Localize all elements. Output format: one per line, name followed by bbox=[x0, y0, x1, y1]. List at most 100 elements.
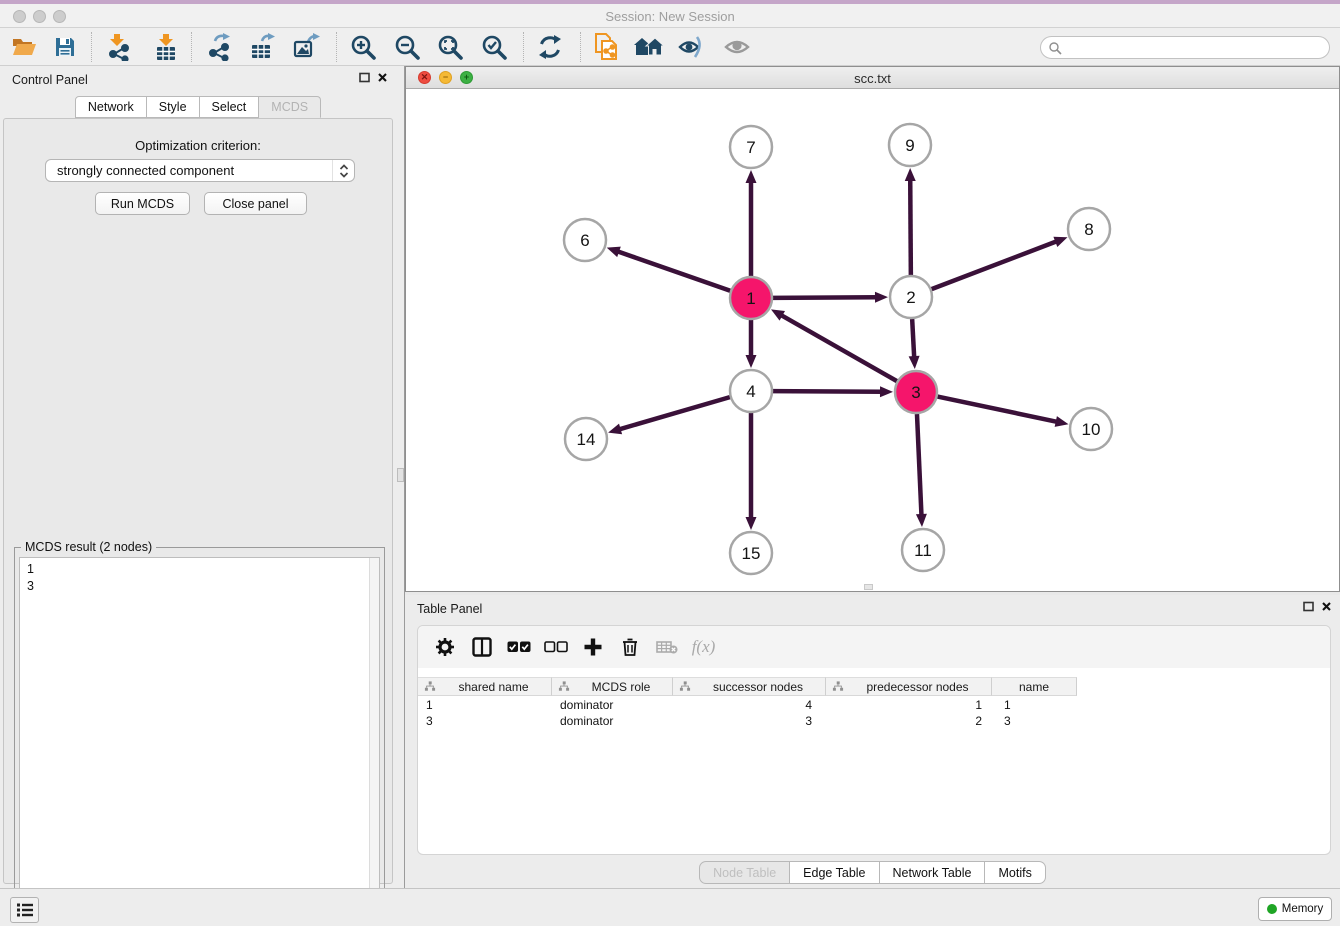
graph-edge-2-8[interactable] bbox=[932, 241, 1059, 289]
tab-edge-table[interactable]: Edge Table bbox=[790, 861, 879, 884]
add-column-button[interactable] bbox=[574, 630, 611, 664]
memory-button[interactable]: Memory bbox=[1258, 897, 1332, 921]
app-titlebar: Session: New Session bbox=[0, 0, 1340, 28]
zoom-out-button[interactable] bbox=[389, 30, 425, 64]
table-cell[interactable]: dominator bbox=[552, 713, 673, 729]
table-cell[interactable]: 1 bbox=[826, 697, 992, 713]
zoom-selected-button[interactable] bbox=[476, 30, 512, 64]
tab-motifs[interactable]: Motifs bbox=[985, 861, 1045, 884]
show-task-history-button[interactable] bbox=[10, 897, 39, 923]
list-icon bbox=[16, 902, 34, 918]
column-header-predecessor-nodes[interactable]: predecessor nodes bbox=[826, 677, 992, 696]
search-input[interactable] bbox=[1062, 41, 1329, 55]
table-header-row: shared name MCDS role successor nodes pr… bbox=[418, 677, 1077, 696]
network-canvas[interactable]: 7968124314101511 bbox=[406, 89, 1339, 591]
hide-panels-button[interactable] bbox=[674, 30, 710, 64]
delete-table-button[interactable] bbox=[648, 630, 685, 664]
toolbar-separator bbox=[580, 32, 581, 62]
column-label: name bbox=[992, 680, 1076, 694]
graph-edge-2-9[interactable] bbox=[910, 178, 911, 275]
table-cell[interactable]: 4 bbox=[673, 697, 826, 713]
graph-edge-arrow bbox=[916, 514, 927, 527]
network-window-titlebar[interactable]: ✕ − + scc.txt bbox=[406, 67, 1339, 89]
network-resize-grip[interactable] bbox=[864, 584, 873, 590]
column-header-name[interactable]: name bbox=[992, 677, 1077, 696]
optimization-criterion-label: Optimization criterion: bbox=[4, 138, 392, 153]
delete-column-button[interactable] bbox=[611, 630, 648, 664]
show-all-panels-button[interactable] bbox=[631, 30, 667, 64]
search-box[interactable] bbox=[1040, 36, 1330, 59]
graph-edge-1-6[interactable] bbox=[616, 251, 730, 291]
show-view-button[interactable] bbox=[719, 30, 755, 64]
float-panel-icon[interactable] bbox=[1303, 601, 1314, 612]
select-arrows-icon bbox=[332, 160, 354, 181]
graph-edge-2-3[interactable] bbox=[912, 319, 914, 359]
table-settings-button[interactable] bbox=[426, 630, 463, 664]
graph-edge-3-10[interactable] bbox=[938, 397, 1059, 423]
split-divider[interactable] bbox=[396, 66, 405, 888]
open-session-button[interactable] bbox=[6, 30, 42, 64]
table-row[interactable]: 3dominator323 bbox=[418, 713, 1329, 729]
show-columns-button[interactable] bbox=[463, 630, 500, 664]
export-table-button[interactable] bbox=[244, 30, 280, 64]
graph-edge-1-2[interactable] bbox=[773, 297, 878, 298]
close-panel-icon[interactable] bbox=[377, 72, 388, 83]
column-header-mcds-role[interactable]: MCDS role bbox=[552, 677, 673, 696]
table-cell[interactable]: 3 bbox=[418, 713, 552, 729]
table-row[interactable]: 1dominator411 bbox=[418, 697, 1329, 713]
table-cell[interactable]: 1 bbox=[992, 697, 1077, 713]
export-network-button[interactable] bbox=[201, 30, 237, 64]
export-image-button[interactable] bbox=[288, 30, 324, 64]
mcds-result-text: 1 3 bbox=[27, 561, 34, 595]
fit-content-button[interactable] bbox=[432, 30, 468, 64]
mcds-result-area[interactable]: 1 3 bbox=[19, 557, 380, 917]
table-cell[interactable]: 3 bbox=[673, 713, 826, 729]
toolbar-separator bbox=[523, 32, 524, 62]
apply-layout-button[interactable] bbox=[532, 30, 568, 64]
tab-network[interactable]: Network bbox=[75, 96, 147, 118]
fit-content-icon bbox=[437, 34, 464, 61]
save-icon bbox=[53, 35, 77, 59]
column-header-successor-nodes[interactable]: successor nodes bbox=[673, 677, 826, 696]
tab-node-table[interactable]: Node Table bbox=[699, 861, 790, 884]
columns-icon bbox=[472, 637, 492, 657]
tab-network-table[interactable]: Network Table bbox=[880, 861, 986, 884]
column-header-shared-name[interactable]: shared name bbox=[418, 677, 552, 696]
close-panel-icon[interactable] bbox=[1321, 601, 1332, 612]
table-cell[interactable]: 1 bbox=[418, 697, 552, 713]
control-panel: Control Panel Network Style Select MCDS … bbox=[0, 66, 396, 888]
graph-edge-4-3[interactable] bbox=[773, 391, 883, 392]
run-mcds-button[interactable]: Run MCDS bbox=[95, 192, 190, 215]
graph-edge-arrow bbox=[1055, 416, 1069, 427]
import-table-button[interactable] bbox=[148, 30, 184, 64]
memory-status-icon bbox=[1267, 904, 1277, 914]
tab-mcds[interactable]: MCDS bbox=[259, 96, 321, 118]
deselect-all-button[interactable] bbox=[537, 630, 574, 664]
function-builder-button[interactable]: f(x) bbox=[685, 630, 722, 664]
zoom-in-icon bbox=[350, 34, 377, 61]
save-session-button[interactable] bbox=[47, 30, 83, 64]
criterion-select[interactable]: strongly connected component bbox=[45, 159, 355, 182]
float-panel-icon[interactable] bbox=[359, 72, 370, 83]
close-panel-button[interactable]: Close panel bbox=[204, 192, 307, 215]
graph-edge-4-14[interactable] bbox=[618, 397, 730, 430]
tab-style[interactable]: Style bbox=[147, 96, 200, 118]
network-file-button[interactable] bbox=[588, 30, 624, 64]
split-grip[interactable] bbox=[397, 468, 404, 482]
namespace-icon bbox=[679, 681, 691, 692]
table-cell[interactable]: 2 bbox=[826, 713, 992, 729]
graph-edge-3-1[interactable] bbox=[780, 314, 897, 381]
table-cell[interactable]: 3 bbox=[992, 713, 1077, 729]
graph-edge-arrow bbox=[1053, 237, 1067, 247]
gear-icon bbox=[435, 637, 455, 657]
select-all-button[interactable] bbox=[500, 630, 537, 664]
import-network-button[interactable] bbox=[100, 30, 136, 64]
graph-edge-arrow bbox=[746, 170, 757, 183]
table-cell[interactable]: dominator bbox=[552, 697, 673, 713]
tab-select[interactable]: Select bbox=[200, 96, 260, 118]
result-scrollbar[interactable] bbox=[369, 558, 379, 916]
graph-edge-3-11[interactable] bbox=[917, 414, 922, 517]
graph-node-label-14: 14 bbox=[577, 430, 596, 449]
column-label: shared name bbox=[436, 680, 551, 694]
zoom-in-button[interactable] bbox=[345, 30, 381, 64]
